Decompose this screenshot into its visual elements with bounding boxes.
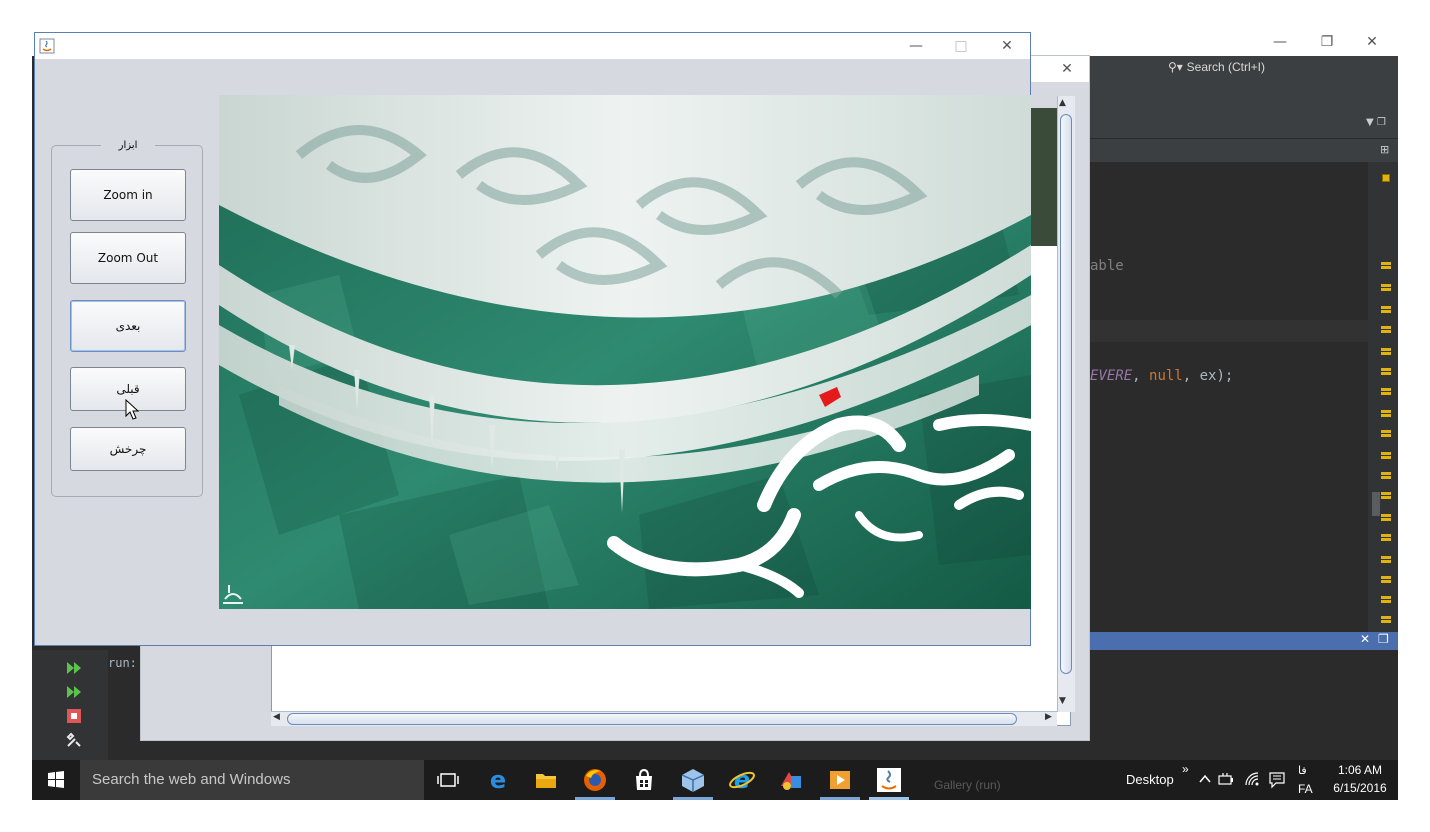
button-label: قبلی [116,382,140,396]
taskbar-search-placeholder: Search the web and Windows [92,771,291,788]
java-app-icon[interactable] [875,766,903,794]
paint-icon[interactable] [777,766,805,794]
taskbar: Search the web and Windows Gallery (run)… [32,760,1398,800]
status-indicator-icon [1382,174,1390,182]
java-icon [39,38,55,54]
restore-icon[interactable]: ❐ [1307,32,1347,52]
svg-text:e: e [734,766,750,794]
button-label: Zoom in [103,188,153,202]
rerun-with-options-icon[interactable] [66,684,82,700]
code-token: , ex); [1182,368,1234,384]
button-label: Zoom Out [97,251,159,265]
active-indicator [673,797,713,800]
button-label: بعدی [115,319,141,333]
stop-icon[interactable] [66,708,82,724]
tools-group-title: ابزار [101,139,155,153]
close-icon[interactable]: ✕ [1360,632,1370,646]
ide-editor-toolbar: ⊞ [1090,138,1398,162]
active-indicator [869,797,909,800]
image-viewer-window: — □ ✕ ابزار Zoom in Zoom Out بعدی قبلی چ… [34,32,1031,646]
scroll-thumb[interactable] [287,713,1017,725]
restore-icon[interactable]: ❐ [1378,632,1389,646]
displayed-image[interactable] [219,95,1031,609]
minimize-icon[interactable]: — [1260,32,1300,52]
taskbar-background-text: Gallery (run) [934,778,1001,792]
internet-explorer-icon[interactable]: e [728,766,756,794]
maximize-icon[interactable]: □ [941,36,981,56]
code-line: EVERE, null, ex); [1090,368,1233,384]
task-view-icon[interactable] [434,766,462,794]
desktop-toolbar-label[interactable]: Desktop [1126,772,1174,787]
scroll-down-icon[interactable]: ▼ [1059,696,1066,706]
error-stripe [1368,162,1398,632]
close-icon[interactable]: ✕ [1047,59,1087,79]
active-indicator [820,797,860,800]
show-hidden-icons-icon[interactable] [1198,772,1212,786]
file-explorer-icon[interactable] [532,766,560,794]
active-indicator [575,797,615,800]
rerun-icon[interactable] [66,660,82,676]
zoom-in-button[interactable]: Zoom in [70,169,186,221]
scroll-thumb[interactable] [1060,114,1072,674]
scroll-left-icon[interactable]: ◀ [273,712,280,722]
code-editor[interactable]: able EVERE, null, ex); [1090,162,1368,632]
ide-search[interactable]: ⚲▾ Search (Ctrl+I) [1168,56,1368,78]
image-thumbnail[interactable] [1029,108,1057,246]
input-language-code[interactable]: FA [1298,782,1313,796]
button-label: چرخش [109,442,147,456]
output-header: ✕ ❐ [1090,632,1398,650]
scroll-right-icon[interactable]: ▶ [1045,712,1052,722]
start-windows-icon[interactable] [32,760,80,800]
store-icon[interactable] [630,766,658,794]
vertical-scrollbar[interactable]: ▲ ▼ [1057,96,1075,712]
svg-text:e: e [490,766,506,794]
minimize-icon[interactable]: — [896,36,936,56]
ide-toolbar: ⚲▾ Search (Ctrl+I) [1090,56,1398,80]
code-token: EVERE [1090,368,1133,384]
split-icon[interactable]: ⊞ [1380,143,1389,156]
action-center-icon[interactable] [1268,771,1286,789]
output-text: run: [108,656,137,670]
code-token: null [1149,368,1183,384]
wifi-icon[interactable] [1244,771,1262,787]
toolbar-overflow-icon[interactable]: » [1182,762,1189,776]
rotate-button[interactable]: چرخش [70,427,186,471]
scroll-thumb[interactable] [1372,492,1380,516]
code-line: able [1090,258,1124,274]
ide-search-label: Search (Ctrl+I) [1186,60,1265,74]
output-toolbar [32,650,108,760]
virtualbox-icon[interactable] [679,766,707,794]
tab-menu-icon[interactable]: ▼ ❐ [1366,117,1386,128]
current-line-highlight [1090,320,1368,342]
taskbar-search[interactable]: Search the web and Windows [80,760,424,800]
code-token: , [1132,368,1150,384]
clock-date[interactable]: 6/15/2016 [1328,781,1392,795]
edge-browser-icon[interactable]: e [484,766,512,794]
firefox-icon[interactable] [581,766,609,794]
power-icon[interactable] [1218,772,1236,786]
viewer-titlebar: — □ ✕ [35,33,1030,59]
settings-icon[interactable] [66,732,82,748]
input-language-native[interactable]: فا [1298,764,1307,777]
clock-time[interactable]: 1:06 AM [1328,763,1392,777]
close-icon[interactable]: ✕ [1352,32,1392,52]
scroll-up-icon[interactable]: ▲ [1059,98,1066,108]
horizontal-scrollbar[interactable]: ◀ ▶ [271,711,1057,726]
next-button[interactable]: بعدی [70,300,186,352]
search-icon: ⚲▾ [1168,60,1187,74]
ide-tab-strip: ▼ ❐ [1090,80,1398,138]
mouse-cursor-icon [125,399,140,420]
close-icon[interactable]: ✕ [987,36,1027,56]
media-player-icon[interactable] [826,766,854,794]
zoom-out-button[interactable]: Zoom Out [70,232,186,284]
